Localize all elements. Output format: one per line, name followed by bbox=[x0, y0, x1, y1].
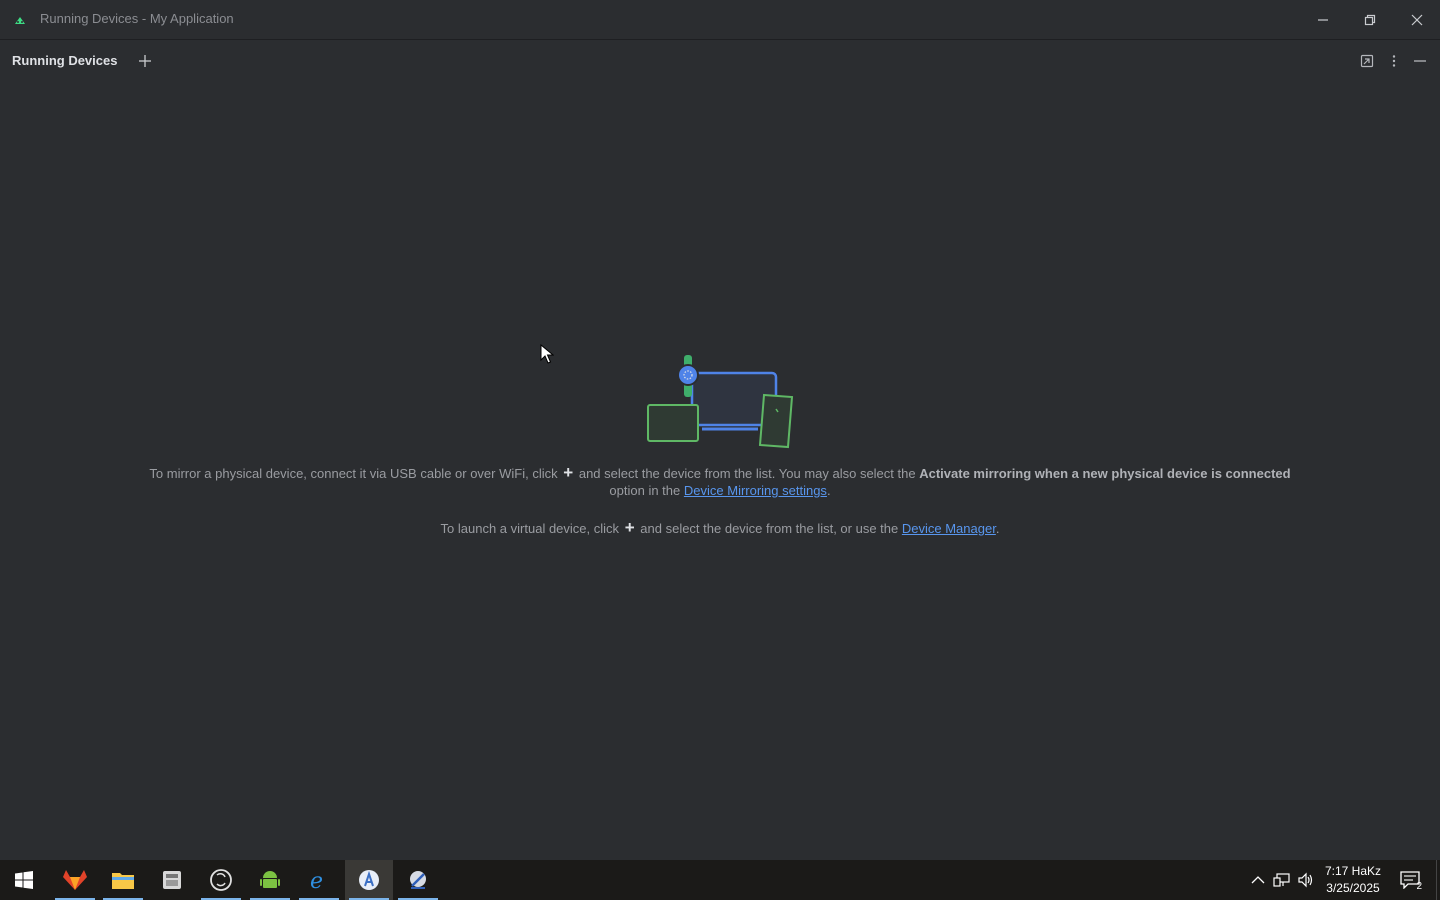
svg-text:e: e bbox=[310, 869, 323, 892]
inline-plus-icon: + bbox=[563, 463, 574, 482]
device-manager-link[interactable]: Device Manager bbox=[902, 521, 996, 536]
restore-icon bbox=[1364, 14, 1376, 26]
devices-illustration bbox=[647, 355, 794, 449]
archive-icon bbox=[163, 871, 181, 889]
mirror-text-a: To mirror a physical device, connect it … bbox=[149, 466, 558, 481]
inline-plus-icon: + bbox=[624, 518, 635, 537]
mirror-text-end: . bbox=[826, 483, 831, 498]
taskbar-remote[interactable] bbox=[394, 860, 442, 900]
mouse-cursor-icon bbox=[540, 344, 554, 364]
virtual-text-end: . bbox=[995, 521, 1000, 536]
window-title: Running Devices - My Application bbox=[40, 11, 234, 26]
action-center-button[interactable]: 2 bbox=[1396, 868, 1424, 892]
close-icon bbox=[1411, 14, 1423, 26]
start-icon bbox=[15, 871, 33, 889]
show-desktop-button[interactable] bbox=[1436, 860, 1440, 900]
android-studio-logo-icon bbox=[15, 17, 25, 24]
mirror-text-c: option in the bbox=[609, 483, 681, 498]
gitlab-icon bbox=[63, 870, 87, 890]
tab-running-devices[interactable]: Running Devices bbox=[12, 53, 117, 68]
restore-layout-icon bbox=[1360, 54, 1374, 68]
volume-tray-button[interactable] bbox=[1296, 870, 1316, 890]
taskbar-obs[interactable] bbox=[197, 860, 245, 900]
minimize-icon bbox=[1318, 19, 1328, 21]
minimize-button[interactable] bbox=[1300, 0, 1346, 40]
hide-icon bbox=[1414, 60, 1426, 62]
network-tray-button[interactable] bbox=[1272, 870, 1292, 890]
hide-toolwindow-button[interactable] bbox=[1410, 51, 1430, 71]
title-bar: Running Devices - My Application bbox=[0, 0, 1440, 40]
notification-count: 2 bbox=[1416, 881, 1422, 892]
toolwindow-header: Running Devices bbox=[0, 41, 1440, 81]
taskbar-archive[interactable] bbox=[148, 860, 196, 900]
taskbar-android-studio[interactable] bbox=[345, 860, 393, 900]
taskbar: e 7:17 HaKz 3/25/2025 2 bbox=[0, 860, 1440, 900]
restore-layout-button[interactable] bbox=[1357, 51, 1377, 71]
obs-icon bbox=[210, 869, 232, 891]
start-button[interactable] bbox=[0, 860, 48, 900]
virtual-text-b: and select the device from the list, or … bbox=[640, 521, 899, 536]
android-studio-icon bbox=[359, 870, 379, 890]
chevron-up-icon bbox=[1251, 876, 1265, 884]
device-mirroring-settings-link[interactable]: Device Mirroring settings bbox=[684, 483, 827, 498]
clock-time: 7:17 HaKz bbox=[1324, 864, 1382, 878]
mirror-instructions: To mirror a physical device, connect it … bbox=[140, 463, 1300, 499]
android-icon bbox=[260, 871, 280, 888]
edge-icon: e bbox=[310, 869, 323, 892]
more-options-button[interactable] bbox=[1384, 51, 1404, 71]
more-vert-icon bbox=[1392, 55, 1396, 67]
virtual-text-a: To launch a virtual device, click bbox=[440, 521, 620, 536]
activate-mirroring-option-text: Activate mirroring when a new physical d… bbox=[919, 466, 1291, 481]
add-device-button[interactable] bbox=[135, 51, 155, 71]
virtual-device-instructions: To launch a virtual device, click + and … bbox=[140, 518, 1300, 537]
show-hidden-icons-button[interactable] bbox=[1248, 870, 1268, 890]
taskbar-gitlab[interactable] bbox=[51, 860, 99, 900]
taskbar-clock[interactable]: 7:17 HaKz 3/25/2025 bbox=[1318, 863, 1388, 897]
restore-button[interactable] bbox=[1347, 0, 1393, 40]
plus-icon bbox=[139, 55, 151, 67]
volume-icon bbox=[1298, 872, 1313, 888]
clock-date: 3/25/2025 bbox=[1326, 881, 1380, 895]
taskbar-edge[interactable]: e bbox=[295, 860, 343, 900]
mirror-text-b: and select the device from the list. You… bbox=[578, 466, 916, 481]
remote-icon bbox=[410, 871, 426, 889]
app-window: Running Devices - My Application Running… bbox=[0, 0, 1440, 860]
network-icon bbox=[1273, 873, 1290, 887]
close-button[interactable] bbox=[1394, 0, 1440, 40]
taskbar-android[interactable] bbox=[246, 860, 294, 900]
file-explorer-icon bbox=[112, 873, 134, 889]
taskbar-file-explorer[interactable] bbox=[99, 860, 147, 900]
